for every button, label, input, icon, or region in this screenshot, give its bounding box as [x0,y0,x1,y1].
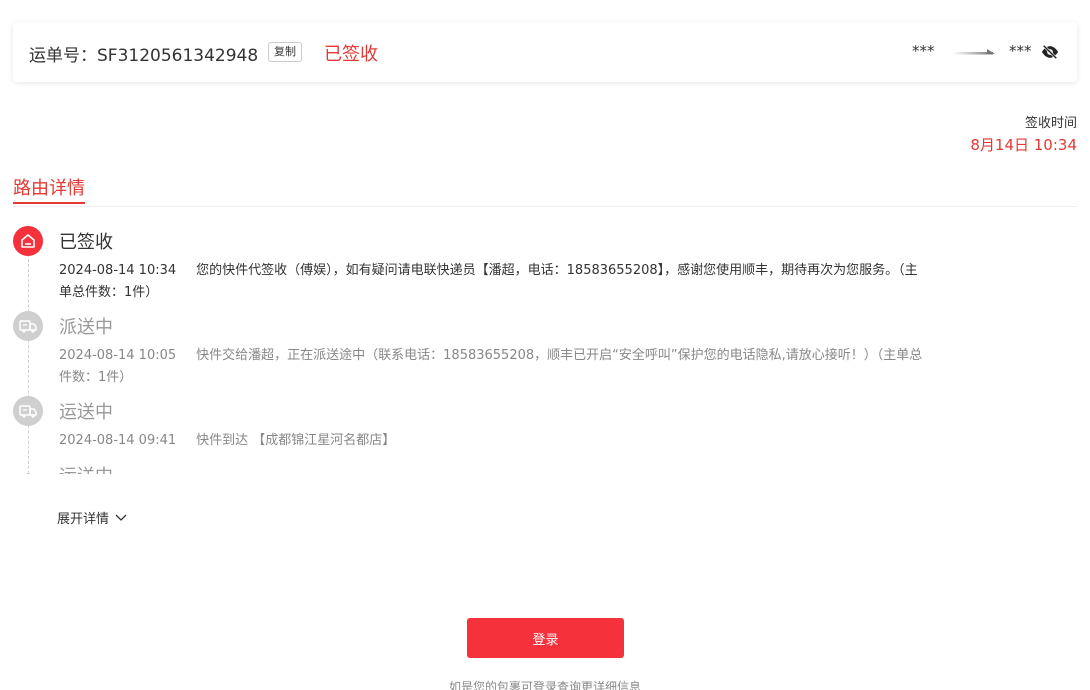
expand-details-button[interactable]: 展开详情 [57,508,127,527]
timeline-status: 已签收 [59,232,113,253]
timeline-time: 2024-08-14 10:05 [59,348,177,363]
expand-details-label: 展开详情 [57,512,110,527]
delivery-status: 已签收 [324,44,378,65]
eye-slash-icon[interactable] [1041,44,1059,60]
timeline-text: 快件交给潘超，正在派送途中（联系电话：18583655208，顺丰已开启“安全呼… [59,348,923,385]
timeline-detail: 2024-08-14 09:41 快件到达 【成都锦江星河名都店】 [59,430,929,452]
timeline-text: 您的快件代签收（傅娱），如有疑问请电联快递员【潘超，电话：18583655208… [59,263,918,300]
tab-active-indicator [13,202,85,204]
route-destination: *** [1009,42,1032,60]
login-hint: 如是您的包裹可登录查询更详细信息 [448,680,641,690]
signed-home-icon [13,226,43,256]
route-arrow-icon [953,49,995,55]
timeline-status: 运送中 [59,462,113,474]
truck-icon [13,311,43,341]
timeline-detail: 2024-08-14 10:05 快件交给潘超，正在派送途中（联系电话：18583… [59,345,929,389]
tab-route-details[interactable]: 路由详情 [13,174,85,200]
truck-icon [13,396,43,426]
timeline-text: 快件到达 【成都锦江星河名都店】 [196,433,396,448]
timeline-time: 2024-08-14 09:41 [59,433,177,448]
timeline-status: 运送中 [59,402,113,423]
waybill-card: 运单号：SF3120561342948 复制 已签收 *** *** [13,22,1077,82]
route-origin: *** [912,42,935,60]
sign-time-label: 签收时间 [1024,116,1077,131]
login-button[interactable]: 登录 [467,618,624,658]
dot-icon [24,473,32,474]
chevron-down-icon [115,514,127,521]
timeline-connector [28,254,29,474]
timeline-time: 2024-08-14 10:34 [59,263,177,278]
waybill-number: 运单号：SF3120561342948 [29,46,259,66]
sign-time-value: 8月14日 10:34 [970,136,1077,154]
tab-divider [13,206,1077,207]
copy-button[interactable]: 复制 [268,42,302,62]
timeline-detail: 2024-08-14 10:34 您的快件代签收（傅娱），如有疑问请电联快递员【潘… [59,260,929,304]
route-timeline: 已签收 2024-08-14 10:34 您的快件代签收（傅娱），如有疑问请电联快… [13,222,933,474]
timeline-status: 派送中 [59,317,113,338]
